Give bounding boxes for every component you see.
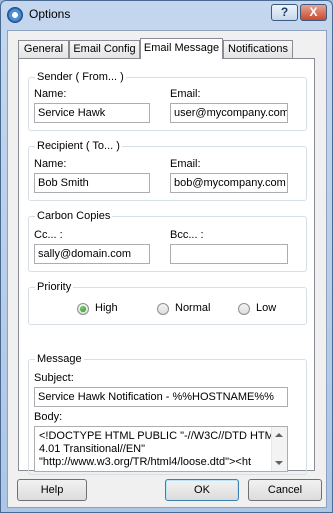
- priority-normal-radio[interactable]: [157, 303, 169, 315]
- cancel-button-label: Cancel: [267, 484, 303, 496]
- options-window: Options ? X General Email Config Email M…: [0, 0, 333, 513]
- email-message-panel: Sender ( From... ) Name: Service Hawk Em…: [18, 58, 315, 475]
- close-button[interactable]: X: [300, 4, 327, 21]
- priority-low-radio[interactable]: [238, 303, 250, 315]
- cc-label: Cc... :: [34, 229, 63, 241]
- sender-email-label: Email:: [170, 88, 201, 100]
- tab-notifications[interactable]: Notifications: [223, 40, 293, 58]
- help-button-label: Help: [40, 484, 64, 496]
- recipient-legend: Recipient ( To... ): [35, 140, 122, 152]
- body-scrollbar[interactable]: [271, 427, 287, 471]
- tab-email-message[interactable]: Email Message: [140, 38, 223, 59]
- cc-input[interactable]: sally@domain.com: [34, 244, 150, 264]
- bcc-label: Bcc... :: [170, 229, 204, 241]
- dialog-client: General Email Config Email Message Notif…: [7, 30, 327, 508]
- recipient-name-label: Name:: [34, 158, 67, 170]
- scroll-down-icon[interactable]: [275, 461, 283, 465]
- sender-legend: Sender ( From... ): [35, 71, 126, 83]
- scroll-up-icon[interactable]: [275, 433, 283, 437]
- ok-button[interactable]: OK: [165, 479, 239, 501]
- body-line: "http://www.w3.org/TR/html4/loose.dtd"><…: [39, 456, 252, 468]
- sender-email-input[interactable]: user@mycompany.com: [170, 103, 288, 123]
- subject-input[interactable]: Service Hawk Notification - %%HOSTNAME%%: [34, 387, 288, 407]
- priority-group: Priority High Normal Low: [28, 281, 307, 325]
- tab-general[interactable]: General: [18, 40, 69, 58]
- message-group: Message Subject: Service Hawk Notificati…: [28, 353, 307, 475]
- priority-low-label[interactable]: Low: [256, 302, 276, 314]
- sender-name-input[interactable]: Service Hawk: [34, 103, 150, 123]
- help-button[interactable]: Help: [17, 479, 87, 501]
- body-textarea[interactable]: <!DOCTYPE HTML PUBLIC "-//W3C//DTD HTML …: [34, 426, 288, 472]
- window-title: Options: [29, 7, 71, 21]
- recipient-name-input[interactable]: Bob Smith: [34, 173, 150, 193]
- cancel-button[interactable]: Cancel: [248, 479, 322, 501]
- title-help-button[interactable]: ?: [271, 4, 298, 21]
- gear-icon: [7, 7, 23, 23]
- bcc-input[interactable]: [170, 244, 288, 264]
- recipient-email-input[interactable]: bob@mycompany.com: [170, 173, 288, 193]
- priority-legend: Priority: [35, 281, 74, 293]
- recipient-group: Recipient ( To... ) Name: Bob Smith Emai…: [28, 140, 307, 201]
- carbon-copies-group: Carbon Copies Cc... : sally@domain.com B…: [28, 210, 307, 272]
- message-legend: Message: [35, 353, 84, 365]
- priority-high-radio[interactable]: [77, 303, 89, 315]
- tab-email-config[interactable]: Email Config: [69, 40, 140, 58]
- priority-normal-label[interactable]: Normal: [175, 302, 210, 314]
- body-line: 4.01 Transitional//EN": [39, 443, 146, 455]
- recipient-email-label: Email:: [170, 158, 201, 170]
- priority-high-label[interactable]: High: [95, 302, 118, 314]
- title-bar[interactable]: Options ? X: [1, 1, 332, 29]
- sender-group: Sender ( From... ) Name: Service Hawk Em…: [28, 71, 307, 131]
- carbon-copies-legend: Carbon Copies: [35, 210, 113, 222]
- body-line: <!DOCTYPE HTML PUBLIC "-//W3C//DTD HTML: [39, 430, 280, 442]
- ok-button-label: OK: [194, 484, 210, 496]
- body-label: Body:: [34, 411, 63, 423]
- subject-label: Subject:: [34, 372, 74, 384]
- sender-name-label: Name:: [34, 88, 67, 100]
